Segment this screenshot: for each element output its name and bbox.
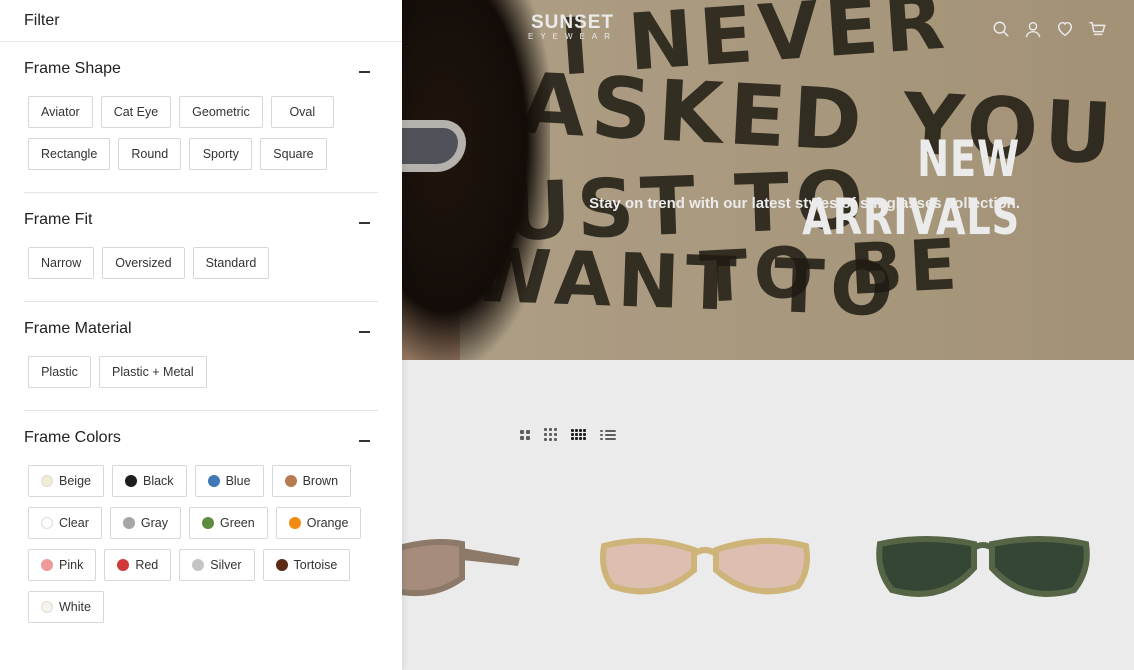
color-swatch-icon [201,517,214,529]
filter-chip[interactable]: Aviator [28,96,93,128]
color-filter-chip[interactable]: Red [104,549,172,581]
color-label: Red [135,558,159,572]
color-label: Gray [140,516,168,530]
color-label: Pink [59,558,84,572]
color-filter-chip[interactable]: Orange [275,507,362,539]
color-filter-chip[interactable]: Brown [271,465,352,497]
collapse-icon[interactable] [359,71,370,73]
filter-chip[interactable]: Rectangle [28,138,111,170]
filter-options: Plastic Plastic + Metal [24,356,378,410]
filter-chip[interactable]: Cat Eye [100,96,172,128]
color-label: Green [219,516,255,530]
filter-chip[interactable]: Oval [270,96,334,128]
filter-chip[interactable]: Oversized [102,247,185,279]
filter-chip[interactable]: Plastic [28,356,91,388]
color-swatch-icon [41,475,53,487]
filter-chip[interactable]: Sporty [189,138,253,170]
color-swatch-icon [284,475,297,487]
filter-drawer: Filter Frame Shape Aviator Cat Eye Geome… [0,0,402,670]
color-filter-chip[interactable]: Green [188,507,268,539]
collapse-icon[interactable] [359,222,370,224]
color-filter-chip[interactable]: White [28,591,104,623]
color-swatch-icon [275,559,288,571]
drawer-header: Filter [0,0,402,42]
filter-chip[interactable]: Geometric [179,96,263,128]
color-swatch-icon [288,517,301,529]
color-filter-chip[interactable]: Black [111,465,187,497]
color-label: Blue [225,474,251,488]
filter-options: Beige Black Blue Brown Clear Gray Green Orange P… [24,465,378,645]
color-label: White [59,600,91,614]
color-filter-chip[interactable]: Tortoise [262,549,351,581]
filter-chip[interactable]: Square [260,138,327,170]
color-swatch-icon [192,559,205,571]
filter-chip[interactable]: Plastic + Metal [99,356,207,388]
color-swatch-icon [41,517,53,529]
color-swatch-icon [41,601,53,613]
color-filter-chip[interactable]: Blue [194,465,264,497]
color-label: Orange [306,516,349,530]
color-label: Brown [302,474,339,488]
color-filter-chip[interactable]: Pink [28,549,97,581]
color-label: Silver [210,558,242,572]
filter-chip[interactable]: Round [118,138,182,170]
color-label: Tortoise [293,558,338,572]
section-header[interactable]: Frame Colors [24,411,378,465]
filter-chip[interactable]: Standard [192,247,270,279]
color-label: Clear [59,516,89,530]
section-title: Frame Material [24,320,132,337]
color-swatch-icon [122,517,135,529]
section-header[interactable]: Frame Shape [24,42,378,96]
section-header[interactable]: Frame Material [24,302,378,356]
section-header[interactable]: Frame Fit [24,193,378,247]
filter-chip[interactable]: Narrow [28,247,95,279]
color-filter-chip[interactable]: Beige [28,465,104,497]
filter-options: Narrow Oversized Standard [24,247,378,301]
color-swatch-icon [117,559,130,571]
color-filter-chip[interactable]: Clear [28,507,102,539]
color-swatch-icon [207,475,220,487]
drawer-title: Filter [24,11,60,29]
collapse-icon[interactable] [359,331,370,333]
collapse-icon[interactable] [359,440,370,442]
filter-section-frame-material: Frame Material Plastic Plastic + Metal [24,302,378,411]
color-swatch-icon [41,559,53,571]
filter-section-frame-colors: Frame Colors Beige Black Blue Brown Clear Gra… [24,411,378,645]
color-label: Beige [59,474,91,488]
section-title: Frame Shape [24,60,121,77]
color-label: Black [142,474,174,488]
color-swatch-icon [124,475,137,487]
section-title: Frame Colors [24,429,121,446]
filter-options: Aviator Cat Eye Geometric Oval Rectangle… [24,96,378,192]
color-filter-chip[interactable]: Silver [179,549,255,581]
filter-section-frame-fit: Frame Fit Narrow Oversized Standard [24,193,378,302]
filter-section-frame-shape: Frame Shape Aviator Cat Eye Geometric Ov… [24,42,378,193]
section-title: Frame Fit [24,211,93,228]
color-filter-chip[interactable]: Gray [109,507,181,539]
